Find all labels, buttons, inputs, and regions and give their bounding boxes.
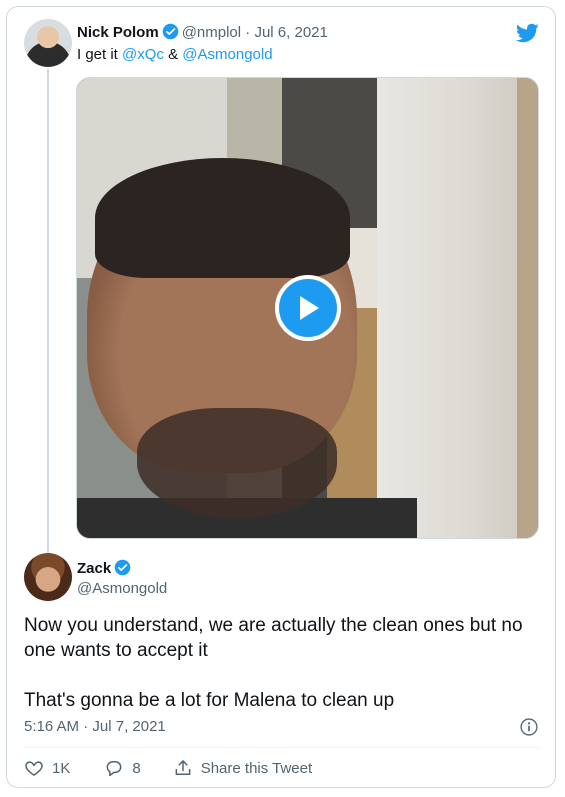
quoted-tweet-text: I get it @xQc & @Asmongold: [77, 45, 273, 65]
tweet-actions: 1K 8 Share this Tweet: [24, 757, 312, 779]
verified-badge-icon: [162, 23, 178, 40]
share-label: Share this Tweet: [200, 759, 313, 777]
tweet-timestamp[interactable]: 5:16 AM · Jul 7, 2021: [24, 717, 166, 737]
tweet-paragraph-2: That's gonna be a lot for Malena to clea…: [24, 690, 395, 711]
reply-count: 8: [132, 759, 141, 777]
reply-button[interactable]: 8: [104, 758, 141, 778]
like-button[interactable]: 1K: [24, 758, 70, 778]
tweet-separator: ·: [83, 718, 89, 735]
mention-xqc[interactable]: @xQc: [122, 46, 164, 63]
quoted-text-prefix: I get it: [77, 46, 123, 63]
heart-icon: [25, 761, 43, 776]
video-thumbnail[interactable]: [76, 77, 539, 539]
avatar-nick-polom[interactable]: [24, 19, 72, 67]
reply-icon: [106, 761, 122, 777]
mention-asmongold[interactable]: @Asmongold: [182, 46, 272, 63]
like-count: 1K: [52, 759, 71, 777]
share-icon: [175, 760, 191, 775]
info-icon[interactable]: [519, 717, 539, 737]
quoted-date[interactable]: Jul 6, 2021: [254, 24, 327, 41]
tweet-time: 5:16 AM: [24, 718, 80, 735]
tweet-embed-card: Nick Polom @nmplol · Jul 6, 2021 I get it…: [6, 6, 556, 788]
video-bg-door: [377, 78, 538, 538]
quoted-text-join: &: [163, 46, 183, 63]
tweet-author-name[interactable]: Zack: [77, 560, 111, 577]
quoted-author-name[interactable]: Nick Polom: [77, 24, 159, 41]
tweet-author: Zack: [77, 559, 134, 579]
video-subject-hair: [95, 158, 350, 278]
share-button[interactable]: Share this Tweet: [173, 758, 312, 778]
video-bg-door-edge: [517, 78, 538, 538]
quoted-tweet-header: Nick Polom @nmplol · Jul 6, 2021: [77, 23, 328, 43]
verified-badge-icon: [114, 559, 131, 576]
tweet-author-handle[interactable]: @Asmongold: [77, 579, 167, 599]
divider: [24, 747, 539, 748]
quoted-author-handle[interactable]: @nmplol: [182, 24, 241, 41]
play-button[interactable]: [275, 275, 341, 341]
avatar-zack[interactable]: [24, 553, 72, 601]
tweet-date: Jul 7, 2021: [92, 718, 166, 735]
play-icon: [300, 296, 319, 320]
tweet-paragraph-1: Now you understand, we are actually the …: [24, 615, 523, 661]
tweet-body: Now you understand, we are actually the …: [24, 613, 544, 713]
thread-line: [47, 69, 49, 555]
quoted-separator: ·: [245, 24, 251, 41]
twitter-bird-icon[interactable]: [513, 21, 541, 45]
video-subject-beard: [137, 408, 337, 518]
